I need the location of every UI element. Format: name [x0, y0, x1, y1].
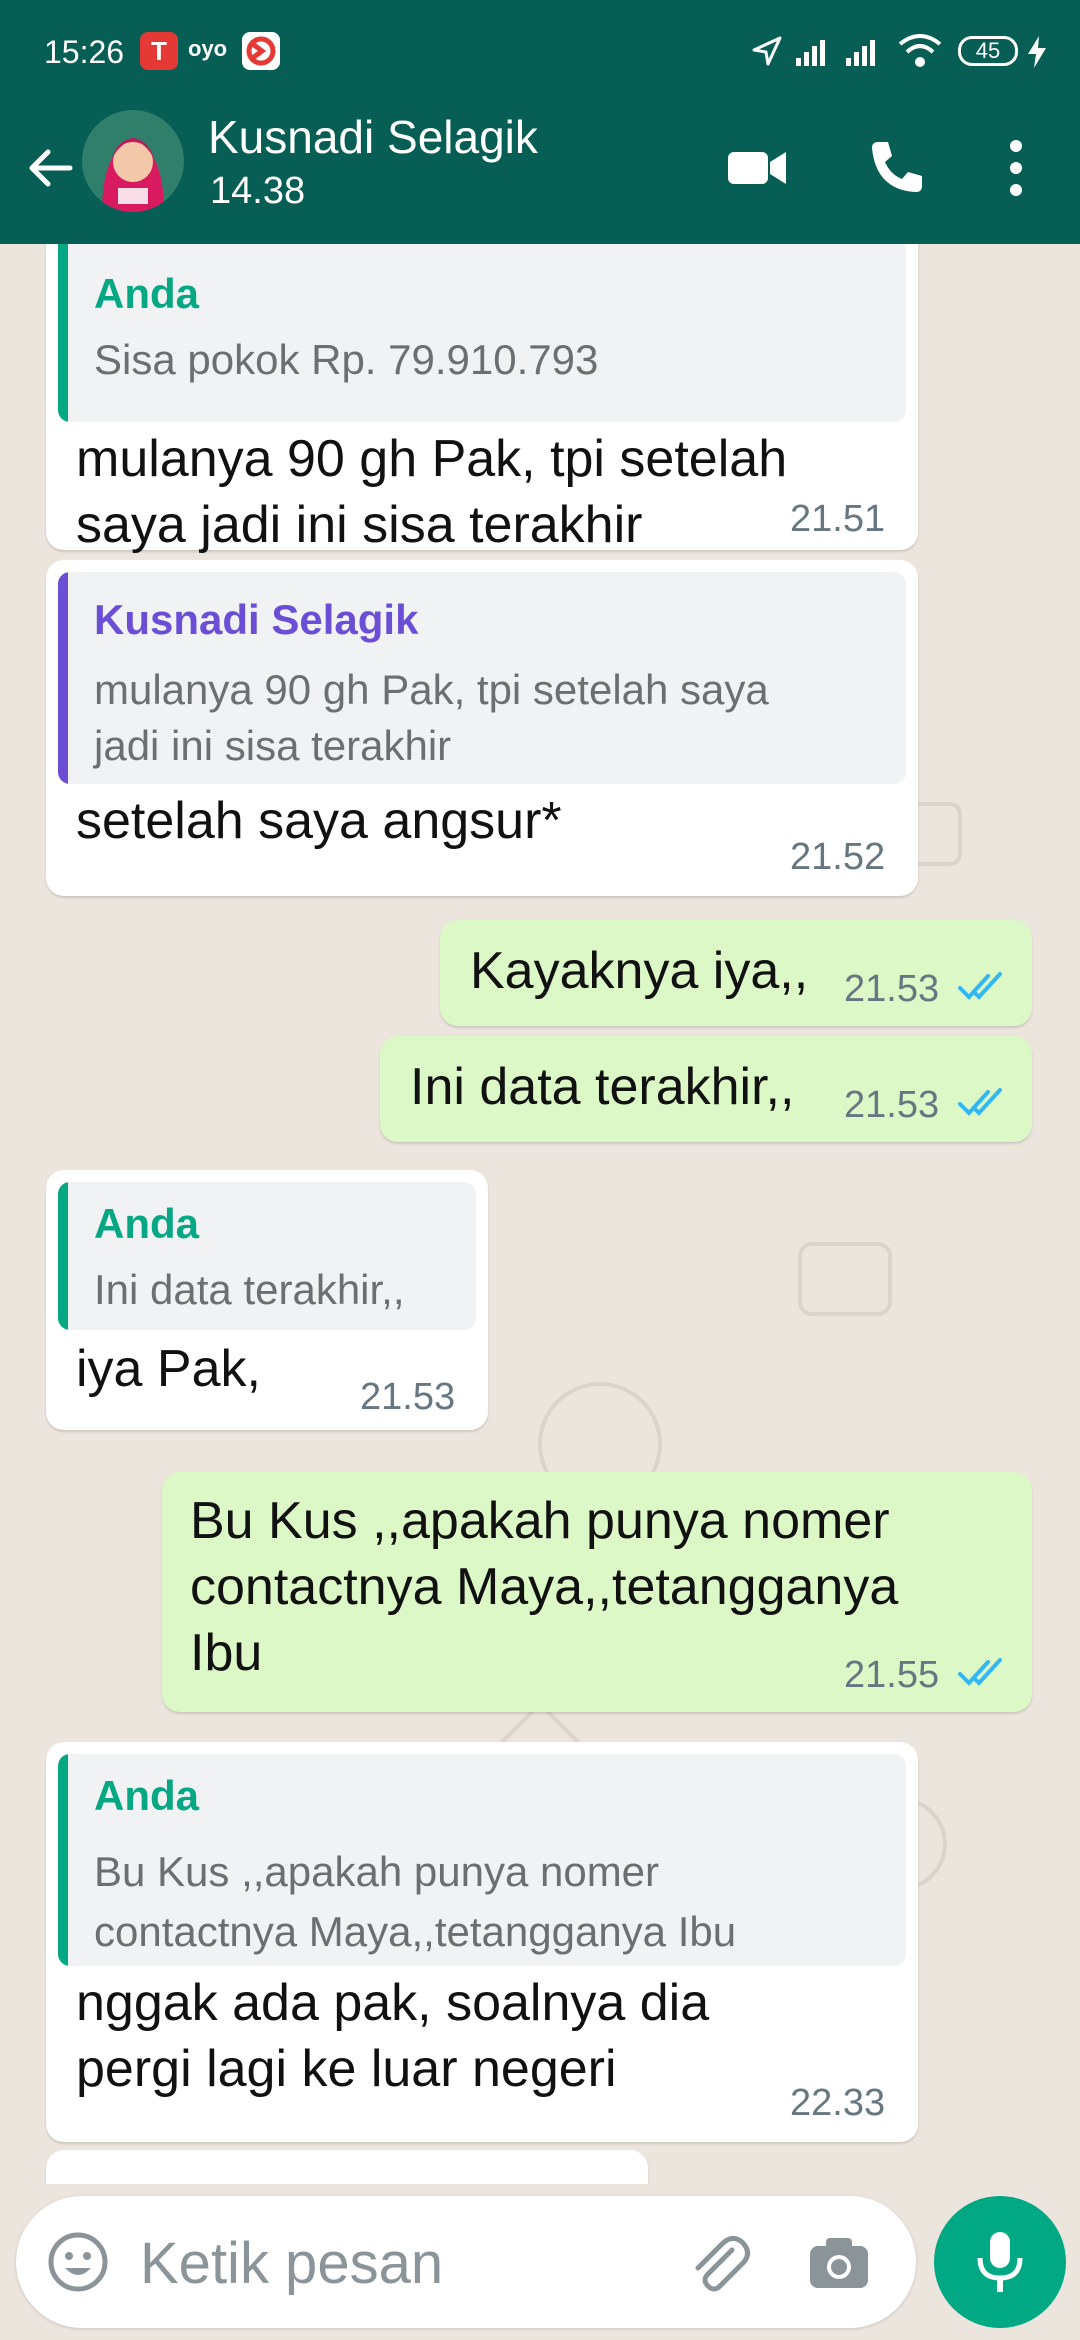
oyo-icon: oyo	[188, 36, 228, 61]
message-time: 21.51	[790, 498, 886, 540]
quote-bar	[58, 244, 68, 422]
attach-icon[interactable]	[686, 2230, 752, 2296]
message-text: iya Pak,	[76, 1340, 261, 1398]
chat-header: Kusnadi Selagik 14.38	[0, 104, 1080, 244]
message-text: mulanya 90 gh Pak, tpi setelah saya jadi…	[76, 430, 788, 554]
mic-icon	[977, 2232, 1023, 2292]
chat-area[interactable]: Anda Sisa pokok Rp. 79.910.793 mulanya 9…	[0, 244, 1080, 2184]
message-input-bar[interactable]: Ketik pesan	[16, 2196, 916, 2328]
more-options-icon[interactable]	[980, 132, 1052, 204]
video-call-icon[interactable]	[722, 132, 794, 204]
mic-button[interactable]	[934, 2196, 1066, 2328]
wifi-icon	[898, 34, 942, 67]
message-bubble-incoming[interactable]: Anda Ini data terakhir,, iya Pak, 21.53	[46, 1170, 488, 1430]
message-time: 22.33	[790, 2082, 886, 2124]
contact-name[interactable]: Kusnadi Selagik	[208, 110, 538, 164]
message-time: 21.52	[790, 836, 886, 878]
app-t-icon: T	[140, 32, 178, 70]
quote-text: mulanya 90 gh Pak, tpi setelah saya jadi…	[94, 666, 769, 769]
status-bar: 15:26 T oyo 45	[0, 0, 1080, 104]
last-seen: 14.38	[210, 170, 306, 212]
message-bubble-incoming[interactable]: Anda Bu Kus ,,apakah punya nomer contact…	[46, 1742, 918, 2142]
message-time: 21.53	[360, 1376, 456, 1418]
read-receipt-icon	[958, 1088, 1002, 1116]
quote-author: Anda	[94, 1772, 199, 1819]
message-bubble-incoming[interactable]	[46, 2150, 648, 2184]
quote-bar	[58, 1182, 68, 1330]
quote-text: Ini data terakhir,,	[94, 1266, 405, 1313]
location-icon	[752, 36, 782, 66]
message-bubble-outgoing[interactable]: Kayaknya iya,, 21.53	[440, 920, 1032, 1026]
message-time: 21.53	[844, 968, 940, 1010]
charging-icon	[1028, 36, 1046, 68]
message-text: Bu Kus ,,apakah punya nomer contactnya M…	[190, 1492, 899, 1682]
quote-author: Anda	[94, 1200, 199, 1247]
camera-icon[interactable]	[806, 2230, 872, 2296]
message-time: 21.53	[844, 1084, 940, 1126]
message-input[interactable]: Ketik pesan	[140, 2230, 443, 2297]
quoted-message[interactable]: Anda Sisa pokok Rp. 79.910.793	[58, 244, 906, 422]
battery-icon: 45	[958, 36, 1018, 66]
quote-bar	[58, 572, 68, 784]
back-arrow-icon[interactable]	[22, 140, 78, 196]
message-text: Kayaknya iya,,	[470, 942, 809, 1000]
read-receipt-icon	[958, 972, 1002, 1000]
avatar[interactable]	[82, 110, 184, 212]
message-bubble-incoming[interactable]: Kusnadi Selagik mulanya 90 gh Pak, tpi s…	[46, 560, 918, 896]
quoted-message[interactable]: Anda Bu Kus ,,apakah punya nomer contact…	[58, 1754, 906, 1966]
message-text: Ini data terakhir,,	[410, 1058, 795, 1116]
quoted-message[interactable]: Kusnadi Selagik mulanya 90 gh Pak, tpi s…	[58, 572, 906, 784]
message-text: setelah saya angsur*	[76, 792, 562, 850]
read-receipt-icon	[958, 1658, 1002, 1686]
app-k-icon	[242, 32, 280, 70]
message-bubble-incoming[interactable]: Anda Sisa pokok Rp. 79.910.793 mulanya 9…	[46, 244, 918, 554]
quoted-message[interactable]: Anda Ini data terakhir,,	[58, 1182, 476, 1330]
quote-author: Kusnadi Selagik	[94, 596, 419, 643]
message-bubble-outgoing[interactable]: Bu Kus ,,apakah punya nomer contactnya M…	[162, 1472, 1032, 1712]
quote-text: Bu Kus ,,apakah punya nomer contactnya M…	[94, 1848, 737, 1955]
message-bubble-outgoing[interactable]: Ini data terakhir,, 21.53	[380, 1036, 1032, 1142]
message-time: 21.55	[844, 1654, 940, 1696]
signal-1-icon	[796, 40, 825, 66]
emoji-icon[interactable]	[46, 2230, 110, 2294]
quote-bar	[58, 1754, 68, 1966]
quote-text: Sisa pokok Rp. 79.910.793	[94, 336, 599, 383]
signal-2-icon	[846, 40, 875, 66]
quote-author: Anda	[94, 270, 199, 317]
voice-call-icon[interactable]	[860, 132, 932, 204]
status-time: 15:26	[44, 34, 125, 70]
message-text: nggak ada pak, soalnya dia pergi lagi ke…	[76, 1974, 710, 2098]
